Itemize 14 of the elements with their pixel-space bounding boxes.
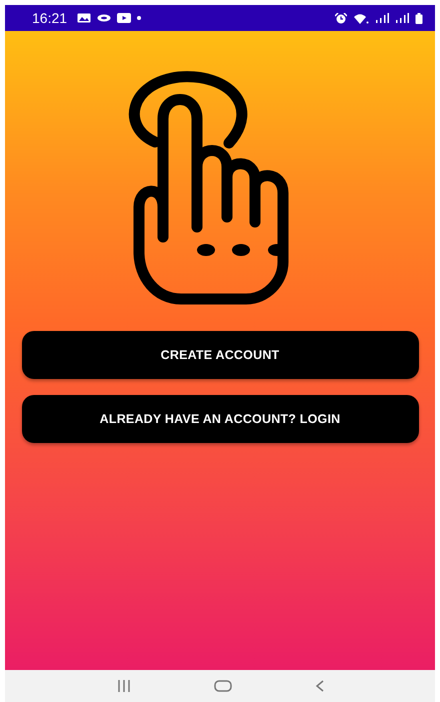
image-icon bbox=[77, 13, 92, 23]
action-button[interactable]: CREATE ACCOUNT bbox=[22, 331, 418, 379]
signal-icon bbox=[395, 13, 409, 23]
wifi-icon bbox=[353, 12, 369, 24]
dot-icon bbox=[137, 16, 142, 20]
video-icon bbox=[117, 13, 132, 23]
back-icon[interactable] bbox=[314, 680, 324, 692]
home-icon[interactable] bbox=[214, 680, 232, 692]
action-button[interactable]: ALREADY HAVE AN ACCOUNT? LOGIN bbox=[22, 395, 418, 443]
battery-icon bbox=[415, 12, 423, 24]
signal-icon bbox=[375, 13, 389, 23]
clock-time: 16:21 bbox=[32, 10, 68, 26]
recent-apps-icon[interactable] bbox=[116, 680, 130, 692]
alarm-icon bbox=[335, 12, 347, 24]
